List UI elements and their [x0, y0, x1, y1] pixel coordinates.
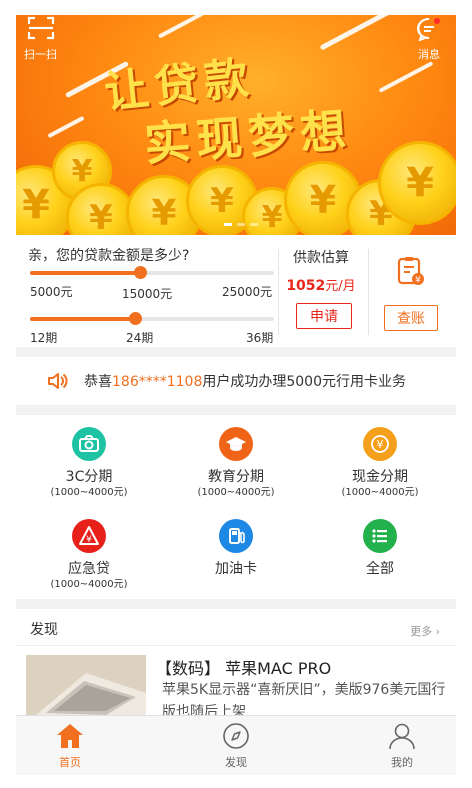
- article-name: 苹果MAC PRO: [225, 659, 332, 678]
- category-name: 现金分期: [352, 469, 408, 485]
- category-range: (1000~4000元): [197, 487, 275, 498]
- message-label: 消息: [418, 48, 440, 61]
- notice-bar[interactable]: 恭喜186****1108用户成功办理5000元行用卡业务: [16, 357, 456, 405]
- notice-prefix: 恭喜: [84, 374, 112, 390]
- loan-calculator: 亲，您的贷款金额是多少? 5000元 15000元 25000元 12期 24期…: [16, 235, 456, 347]
- banner-pagination: [224, 223, 258, 226]
- user-icon: [389, 723, 415, 750]
- speaker-icon: [48, 373, 68, 389]
- article-title[interactable]: 【数码】 苹果MAC PRO: [156, 655, 331, 679]
- term-min-label: 12期: [30, 331, 58, 345]
- amount-slider-knob[interactable]: [133, 266, 147, 279]
- fuel-pump-icon: [219, 519, 253, 553]
- category-grid: 3C分期 (1000~4000元) 教育分期 (1000~4000元) ¥ 现金…: [16, 415, 456, 599]
- estimate-amount: 1052元/月: [286, 275, 356, 294]
- notice-phone: 186****1108: [112, 374, 203, 390]
- term-max-label: 36期: [246, 331, 274, 345]
- coin-image: ¥: [378, 141, 456, 225]
- tab-label: 发现: [225, 756, 247, 769]
- pagination-dot[interactable]: [237, 223, 245, 226]
- category-name: 应急贷: [68, 561, 110, 577]
- estimate-unit: 元/月: [325, 279, 356, 294]
- svg-text:¥: ¥: [377, 438, 384, 451]
- tab-mine[interactable]: 我的: [372, 722, 432, 770]
- category-education[interactable]: 教育分期 (1000~4000元): [163, 427, 309, 498]
- category-name: 3C分期: [65, 469, 113, 485]
- category-range: (1000~4000元): [50, 487, 128, 498]
- discover-title: 发现: [30, 622, 58, 638]
- svg-text:¥: ¥: [415, 276, 421, 286]
- compass-icon: [223, 723, 249, 749]
- message-icon: [417, 17, 440, 42]
- tab-home[interactable]: 首页: [40, 722, 100, 770]
- scan-icon: [27, 16, 54, 40]
- category-range: (1000~4000元): [50, 579, 128, 590]
- amount-min-label: 5000元: [30, 285, 73, 299]
- divider: [278, 249, 279, 335]
- amount-mid-label: 15000元: [122, 287, 173, 301]
- category-range: (1000~4000元): [341, 487, 419, 498]
- app-frame: 让贷款 实现梦想 ¥ ¥ ¥ ¥ ¥ ¥ ¥ ¥ ¥ 扫一扫 消息 亲，您的贷款…: [16, 15, 456, 775]
- term-slider[interactable]: [30, 312, 274, 325]
- amount-slider-fill: [30, 271, 140, 275]
- pagination-dot[interactable]: [250, 223, 258, 226]
- estimate-title: 供款估算: [293, 250, 349, 266]
- term-mid-label: 24期: [126, 331, 154, 345]
- category-cash[interactable]: ¥ 现金分期 (1000~4000元): [307, 427, 453, 498]
- scan-label: 扫一扫: [24, 48, 57, 61]
- promo-banner[interactable]: 让贷款 实现梦想 ¥ ¥ ¥ ¥ ¥ ¥ ¥ ¥ ¥ 扫一扫 消息: [16, 15, 456, 235]
- laptop-image: [26, 655, 146, 715]
- amount-max-label: 25000元: [222, 285, 273, 299]
- term-slider-knob[interactable]: [128, 312, 142, 325]
- tab-label: 首页: [59, 756, 81, 769]
- category-3c[interactable]: 3C分期 (1000~4000元): [16, 427, 162, 498]
- camera-icon: [72, 427, 106, 461]
- more-label: 更多: [410, 625, 433, 638]
- notice-text: 恭喜186****1108用户成功办理5000元行用卡业务: [84, 371, 406, 391]
- category-emergency[interactable]: ¥ 应急贷 (1000~4000元): [16, 519, 162, 590]
- chevron-right-icon: ›: [435, 625, 440, 638]
- check-account-button[interactable]: 查账: [384, 305, 438, 331]
- article-thumbnail[interactable]: [26, 655, 146, 715]
- tab-discover[interactable]: 发现: [206, 722, 266, 770]
- emergency-yen-icon: ¥: [72, 519, 106, 553]
- notice-suffix: 用户成功办理5000元行用卡业务: [202, 374, 406, 390]
- message-button[interactable]: 消息: [416, 17, 442, 62]
- bill-check-icon[interactable]: ¥: [396, 255, 426, 287]
- article-tag: 【数码】: [156, 659, 221, 678]
- more-link[interactable]: 更多 ›: [410, 623, 440, 639]
- loan-amount-question: 亲，您的贷款金额是多少?: [28, 248, 190, 264]
- home-icon: [57, 724, 83, 748]
- list-icon: [363, 519, 397, 553]
- yen-coin-icon: ¥: [363, 427, 397, 461]
- category-name: 全部: [366, 561, 394, 577]
- pagination-dot[interactable]: [224, 223, 232, 226]
- category-name: 教育分期: [208, 469, 264, 485]
- graduation-cap-icon: [219, 427, 253, 461]
- scan-button[interactable]: 扫一扫: [24, 15, 57, 62]
- amount-slider[interactable]: [30, 266, 274, 279]
- divider: [16, 645, 456, 646]
- tab-label: 我的: [391, 756, 413, 769]
- divider: [368, 249, 369, 335]
- term-slider-fill: [30, 317, 135, 321]
- svg-text:¥: ¥: [86, 535, 92, 545]
- category-name: 加油卡: [215, 561, 257, 577]
- apply-button[interactable]: 申请: [296, 303, 352, 329]
- category-all[interactable]: 全部: [307, 519, 453, 576]
- app-screen: 让贷款 实现梦想 ¥ ¥ ¥ ¥ ¥ ¥ ¥ ¥ ¥ 扫一扫 消息 亲，您的贷款…: [0, 0, 472, 788]
- estimate-value: 1052: [286, 278, 326, 294]
- bottom-tab-bar: 首页 发现 我的: [16, 715, 456, 775]
- category-fuel-card[interactable]: 加油卡: [163, 519, 309, 576]
